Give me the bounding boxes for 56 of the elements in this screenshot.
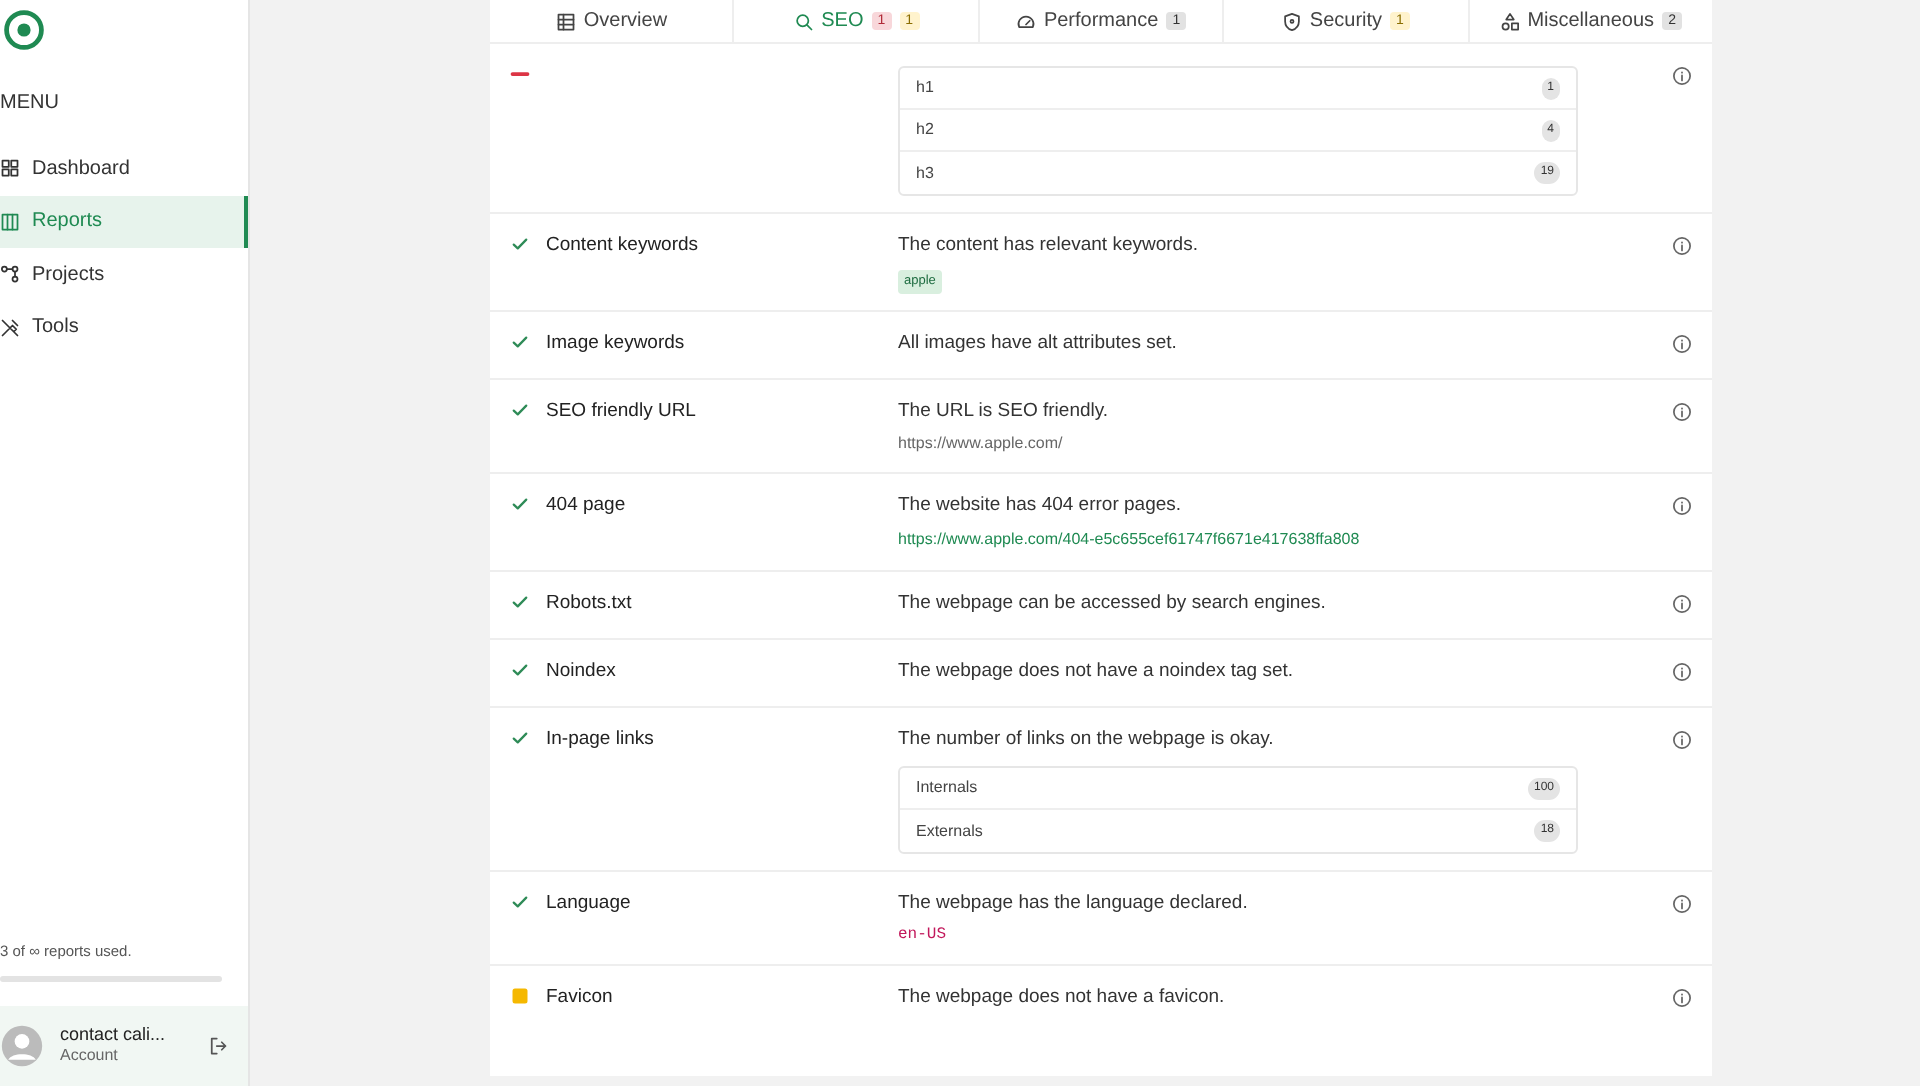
menu-heading: MENU — [0, 90, 61, 118]
info-icon[interactable] — [1672, 988, 1692, 1008]
check-message: The webpage does not have a favicon. — [898, 984, 1227, 1012]
list-label: h1 — [916, 76, 934, 100]
info-icon[interactable] — [1672, 894, 1692, 914]
sidebar-item[interactable]: Reports — [0, 195, 248, 248]
language-code: en-US — [898, 924, 949, 948]
check-label: 404 page — [546, 492, 626, 520]
list-label: Externals — [916, 819, 983, 843]
check-message: The URL is SEO friendly. — [898, 398, 1111, 426]
shapes-icon — [1499, 11, 1520, 31]
check-label: SEO friendly URL — [546, 398, 696, 426]
logout-button[interactable] — [208, 1036, 228, 1056]
check-label: Content keywords — [546, 232, 699, 260]
check-message: The webpage does not have a noindex tag set. — [898, 658, 1296, 686]
avatar-icon — [0, 1024, 44, 1068]
table-icon — [555, 11, 576, 31]
info-icon[interactable] — [1672, 334, 1692, 354]
columns-icon — [0, 211, 20, 232]
list-label: Internals — [916, 776, 978, 800]
sidebar-item[interactable]: Dashboard — [0, 142, 248, 195]
check-message: All images have alt attributes set. — [898, 330, 1179, 358]
nodes-icon — [0, 264, 20, 285]
info-icon[interactable] — [1672, 236, 1692, 256]
check-label: Image keywords — [546, 330, 685, 358]
url-text: https://www.apple.com/ — [898, 432, 1065, 456]
check-message: The webpage has the language declared. — [898, 890, 1250, 918]
search-icon — [793, 11, 814, 31]
check-label: Favicon — [546, 984, 613, 1012]
info-icon[interactable] — [1672, 402, 1692, 422]
info-icon[interactable] — [1672, 730, 1692, 750]
gauge-icon — [1015, 11, 1036, 31]
list-label: h3 — [916, 161, 934, 185]
check-label: Language — [546, 890, 631, 918]
sidebar-item[interactable]: Tools — [0, 301, 248, 354]
check-label: Noindex — [546, 658, 616, 686]
tools-icon — [0, 317, 20, 338]
grid-icon — [0, 158, 20, 179]
check-label: Robots.txt — [546, 590, 632, 618]
url-link[interactable]: https://www.apple.com/404-e5c655cef61747f6671e417638ffa808 — [898, 530, 1360, 548]
info-icon[interactable] — [1672, 662, 1692, 682]
check-message: The webpage can be accessed by search engines. — [898, 590, 1328, 618]
logout-icon — [208, 1036, 228, 1056]
account-name: contact cali... — [60, 1023, 168, 1045]
logo-icon — [2, 8, 46, 52]
check-label: In-page links — [546, 726, 654, 754]
sidebar-item[interactable]: Projects — [0, 248, 248, 301]
account-role: Account — [60, 1044, 120, 1069]
check-message: The website has 404 error pages. — [898, 492, 1184, 520]
info-icon[interactable] — [1672, 66, 1692, 86]
list-label: h2 — [916, 118, 934, 142]
shield-icon — [1281, 11, 1302, 31]
info-icon[interactable] — [1672, 594, 1692, 614]
check-message: The number of links on the webpage is okay. — [898, 726, 1276, 754]
info-icon[interactable] — [1672, 496, 1692, 516]
check-message: The content has relevant keywords. — [898, 232, 1200, 260]
